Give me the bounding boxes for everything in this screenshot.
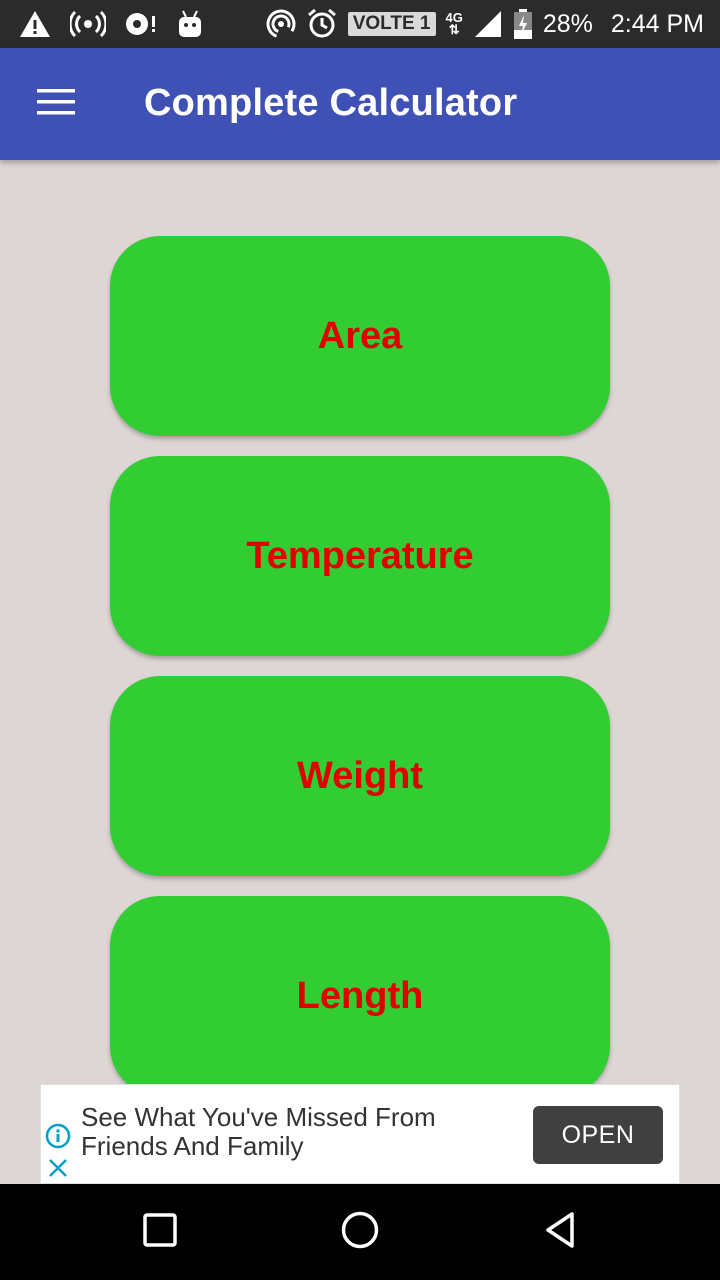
recents-button[interactable] [138, 1210, 182, 1254]
battery-charging-icon [513, 8, 533, 40]
signal-icon [473, 8, 503, 40]
android-icon [176, 8, 204, 40]
nav-bar [0, 1184, 720, 1280]
weight-button-label: Weight [297, 754, 423, 797]
close-icon[interactable] [45, 1155, 71, 1181]
temperature-button-label: Temperature [246, 534, 474, 577]
ad-banner[interactable]: See What You've Missed From Friends And … [40, 1084, 680, 1184]
temperature-button[interactable]: Temperature [110, 456, 610, 656]
hamburger-menu-icon [37, 88, 75, 120]
volte-badge: VOLTE 1 [347, 12, 436, 36]
wifi-tether-icon [266, 8, 296, 40]
status-bar: VOLTE 1 4G ⇅ 28% 2:44 PM [0, 0, 720, 48]
recents-icon [142, 1212, 178, 1252]
area-button[interactable]: Area [110, 236, 610, 436]
area-button-label: Area [317, 314, 403, 357]
hotspot-icon [70, 8, 106, 40]
warning-icon [18, 8, 52, 40]
length-button-label: Length [296, 974, 424, 1017]
info-icon[interactable] [45, 1123, 71, 1149]
app-bar: Complete Calculator [0, 48, 720, 160]
sync-alert-icon [124, 8, 158, 40]
battery-percent: 28% [542, 9, 593, 38]
weight-button[interactable]: Weight [110, 676, 610, 876]
clock: 2:44 PM [610, 9, 704, 38]
length-button[interactable]: Length [110, 896, 610, 1096]
ad-text: See What You've Missed From Friends And … [81, 1102, 436, 1161]
home-button[interactable] [338, 1210, 382, 1254]
alarm-icon [306, 8, 338, 40]
page-title: Complete Calculator [144, 82, 518, 124]
home-icon [340, 1210, 380, 1254]
network-type: 4G ⇅ [445, 10, 463, 37]
menu-button[interactable] [28, 80, 84, 128]
ad-open-button[interactable]: OPEN [533, 1106, 663, 1164]
back-icon [542, 1210, 578, 1254]
back-button[interactable] [538, 1210, 582, 1254]
